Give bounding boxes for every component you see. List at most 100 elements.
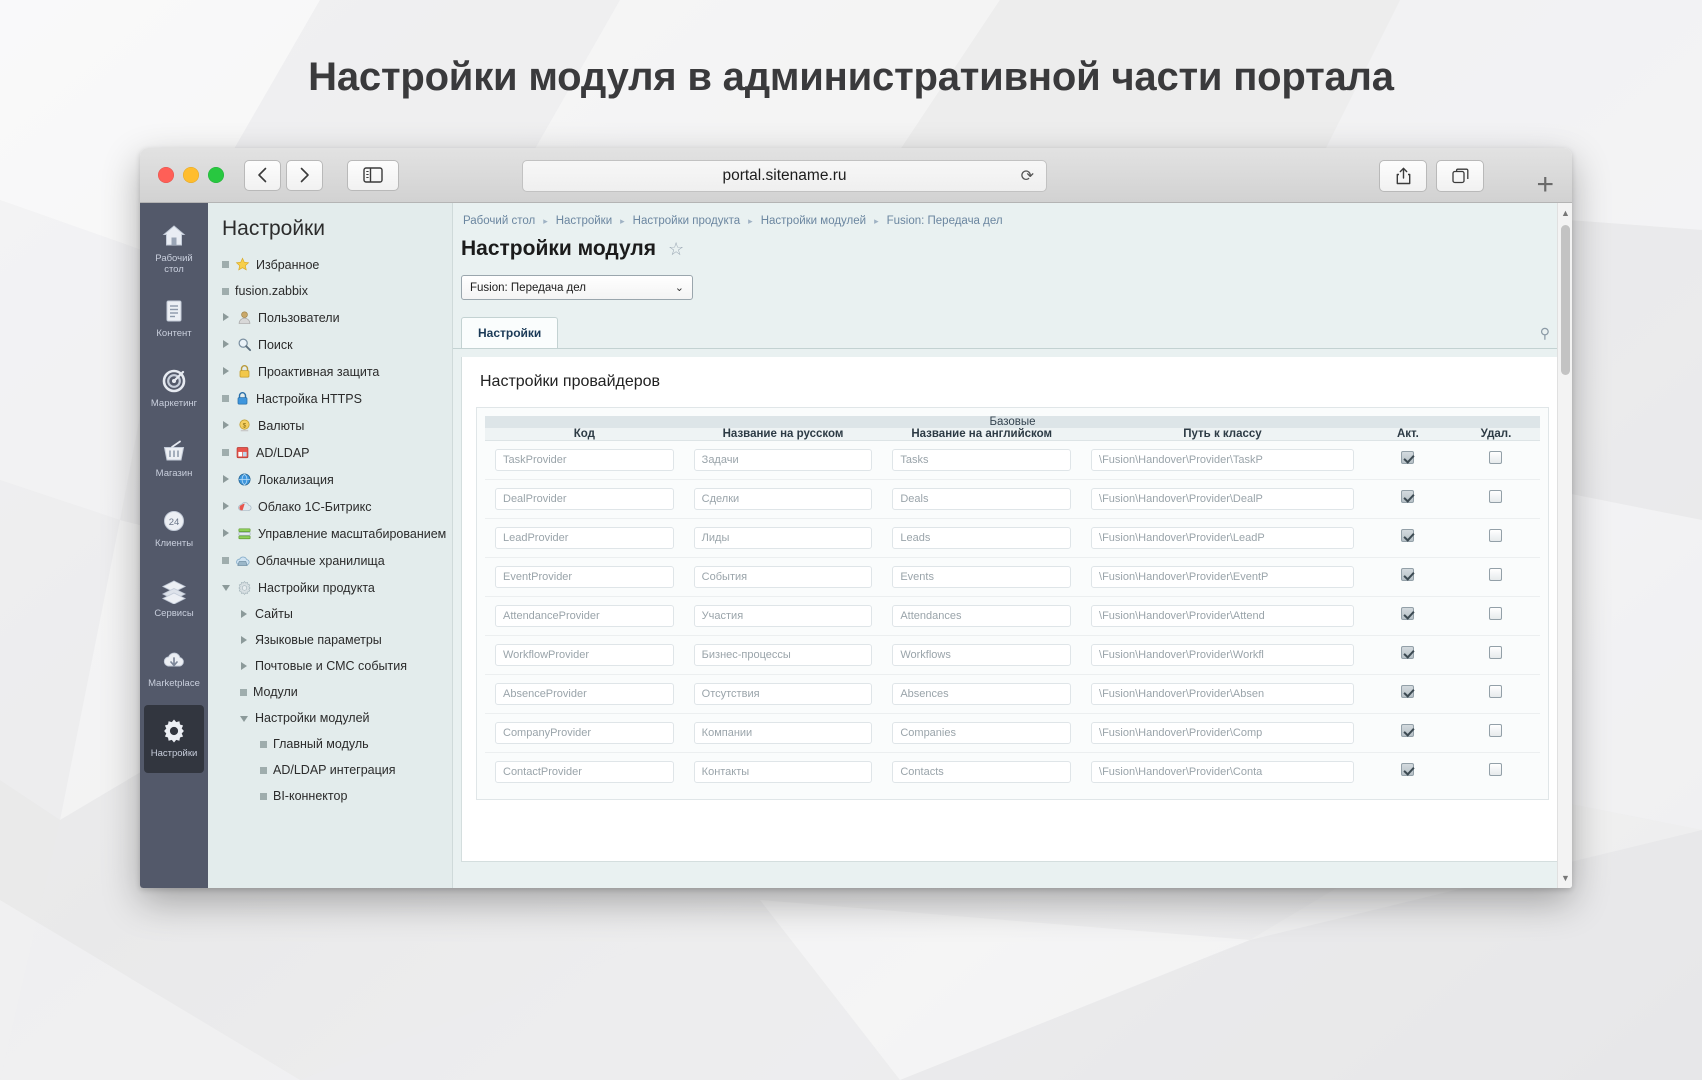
sidebar-item-desktop[interactable]: Рабочий стол (144, 215, 204, 283)
name-ru-input[interactable]: Сделки (694, 488, 873, 510)
tree-item-product-settings[interactable]: Настройки продукта (208, 574, 452, 601)
tree-item-currencies[interactable]: $ Валюты (208, 412, 452, 439)
delete-checkbox[interactable] (1489, 607, 1502, 620)
address-bar[interactable]: portal.sitename.ru ⟳ (522, 160, 1047, 192)
active-checkbox[interactable] (1401, 607, 1414, 620)
delete-checkbox[interactable] (1489, 646, 1502, 659)
star-outline-icon[interactable]: ☆ (668, 239, 684, 260)
name-en-input[interactable]: Deals (892, 488, 1071, 510)
tree-item-adldap-integration[interactable]: AD/LDAP интеграция (208, 757, 452, 783)
code-input[interactable]: DealProvider (495, 488, 674, 510)
class-path-input[interactable]: \Fusion\Handover\Provider\Attend (1091, 605, 1354, 627)
back-button[interactable] (244, 160, 281, 191)
tree-item-modules[interactable]: Модули (208, 679, 452, 705)
class-path-input[interactable]: \Fusion\Handover\Provider\EventP (1091, 566, 1354, 588)
chevron-right-icon[interactable] (240, 610, 249, 619)
active-checkbox[interactable] (1401, 490, 1414, 503)
class-path-input[interactable]: \Fusion\Handover\Provider\Absen (1091, 683, 1354, 705)
tree-item-main-module[interactable]: Главный модуль (208, 731, 452, 757)
name-en-input[interactable]: Absences (892, 683, 1071, 705)
active-checkbox[interactable] (1401, 529, 1414, 542)
chevron-right-icon[interactable] (222, 529, 231, 538)
chevron-down-icon[interactable] (222, 583, 231, 592)
code-input[interactable]: CompanyProvider (495, 722, 674, 744)
name-ru-input[interactable]: Бизнес-процессы (694, 644, 873, 666)
name-en-input[interactable]: Attendances (892, 605, 1071, 627)
tab-settings[interactable]: Настройки (461, 317, 558, 348)
scroll-down-icon[interactable]: ▼ (1558, 870, 1572, 886)
module-select[interactable]: Fusion: Передача дел ⌄ (461, 275, 693, 300)
delete-checkbox[interactable] (1489, 451, 1502, 464)
sidebar-item-settings[interactable]: Настройки (144, 705, 204, 773)
breadcrumb-item-1[interactable]: Настройки (556, 215, 612, 227)
sidebar-item-marketplace[interactable]: Marketplace (144, 635, 204, 703)
tree-item-adldap[interactable]: AD/LDAP (208, 439, 452, 466)
tree-item-language-params[interactable]: Языковые параметры (208, 627, 452, 653)
chevron-right-icon[interactable] (222, 421, 231, 430)
active-checkbox[interactable] (1401, 685, 1414, 698)
name-en-input[interactable]: Contacts (892, 761, 1071, 783)
tree-item-bi-connector[interactable]: BI-коннектор (208, 783, 452, 809)
forward-button[interactable] (286, 160, 323, 191)
name-en-input[interactable]: Companies (892, 722, 1071, 744)
tree-item-proactive-defense[interactable]: Проактивная защита (208, 358, 452, 385)
class-path-input[interactable]: \Fusion\Handover\Provider\DealP (1091, 488, 1354, 510)
sidebar-item-clients[interactable]: 24 Клиенты (144, 495, 204, 563)
delete-checkbox[interactable] (1489, 529, 1502, 542)
vertical-scrollbar[interactable]: ▲ ▼ (1557, 203, 1572, 888)
class-path-input[interactable]: \Fusion\Handover\Provider\TaskP (1091, 449, 1354, 471)
share-button[interactable] (1379, 160, 1427, 192)
maximize-window-button[interactable] (208, 167, 224, 183)
tree-item-users[interactable]: Пользователи (208, 304, 452, 331)
name-ru-input[interactable]: Отсутствия (694, 683, 873, 705)
tab-overview-button[interactable] (1436, 160, 1484, 192)
code-input[interactable]: AbsenceProvider (495, 683, 674, 705)
active-checkbox[interactable] (1401, 724, 1414, 737)
tree-item-bitrix-cloud[interactable]: Облако 1С-Битрикс (208, 493, 452, 520)
name-ru-input[interactable]: Участия (694, 605, 873, 627)
name-en-input[interactable]: Tasks (892, 449, 1071, 471)
tree-item-sites[interactable]: Сайты (208, 601, 452, 627)
sidebar-item-services[interactable]: Сервисы (144, 565, 204, 633)
class-path-input[interactable]: \Fusion\Handover\Provider\Workfl (1091, 644, 1354, 666)
class-path-input[interactable]: \Fusion\Handover\Provider\Comp (1091, 722, 1354, 744)
tree-item-https-settings[interactable]: Настройка HTTPS (208, 385, 452, 412)
delete-checkbox[interactable] (1489, 763, 1502, 776)
code-input[interactable]: TaskProvider (495, 449, 674, 471)
class-path-input[interactable]: \Fusion\Handover\Provider\LeadP (1091, 527, 1354, 549)
sidebar-item-shop[interactable]: Магазин (144, 425, 204, 493)
new-tab-button[interactable]: + (1536, 170, 1554, 200)
chevron-down-icon[interactable] (240, 714, 249, 723)
tree-item-cloud-storage[interactable]: Облачные хранилища (208, 547, 452, 574)
code-input[interactable]: WorkflowProvider (495, 644, 674, 666)
sidebar-item-content[interactable]: Контент (144, 285, 204, 353)
chevron-right-icon[interactable] (222, 475, 231, 484)
tree-item-favorites[interactable]: Избранное (208, 251, 452, 278)
code-input[interactable]: ContactProvider (495, 761, 674, 783)
chevron-right-icon[interactable] (222, 367, 231, 376)
breadcrumb-item-4[interactable]: Fusion: Передача дел (887, 215, 1003, 227)
close-window-button[interactable] (158, 167, 174, 183)
delete-checkbox[interactable] (1489, 568, 1502, 581)
code-input[interactable]: AttendanceProvider (495, 605, 674, 627)
tree-item-mail-sms-events[interactable]: Почтовые и СМС события (208, 653, 452, 679)
chevron-right-icon[interactable] (240, 662, 249, 671)
active-checkbox[interactable] (1401, 451, 1414, 464)
tree-item-scaling[interactable]: Управление масштабированием (208, 520, 452, 547)
name-ru-input[interactable]: Компании (694, 722, 873, 744)
tree-item-localization[interactable]: Локализация (208, 466, 452, 493)
sidebar-toggle-button[interactable] (347, 160, 399, 191)
minimize-window-button[interactable] (183, 167, 199, 183)
delete-checkbox[interactable] (1489, 685, 1502, 698)
tree-item-module-settings[interactable]: Настройки модулей (208, 705, 452, 731)
name-en-input[interactable]: Leads (892, 527, 1071, 549)
tree-item-fusion-zabbix[interactable]: fusion.zabbix (208, 278, 452, 304)
breadcrumb-item-3[interactable]: Настройки модулей (761, 215, 866, 227)
name-ru-input[interactable]: События (694, 566, 873, 588)
class-path-input[interactable]: \Fusion\Handover\Provider\Conta (1091, 761, 1354, 783)
name-ru-input[interactable]: Контакты (694, 761, 873, 783)
name-ru-input[interactable]: Задачи (694, 449, 873, 471)
delete-checkbox[interactable] (1489, 724, 1502, 737)
tree-item-search[interactable]: Поиск (208, 331, 452, 358)
reload-icon[interactable]: ⟳ (1021, 166, 1034, 186)
